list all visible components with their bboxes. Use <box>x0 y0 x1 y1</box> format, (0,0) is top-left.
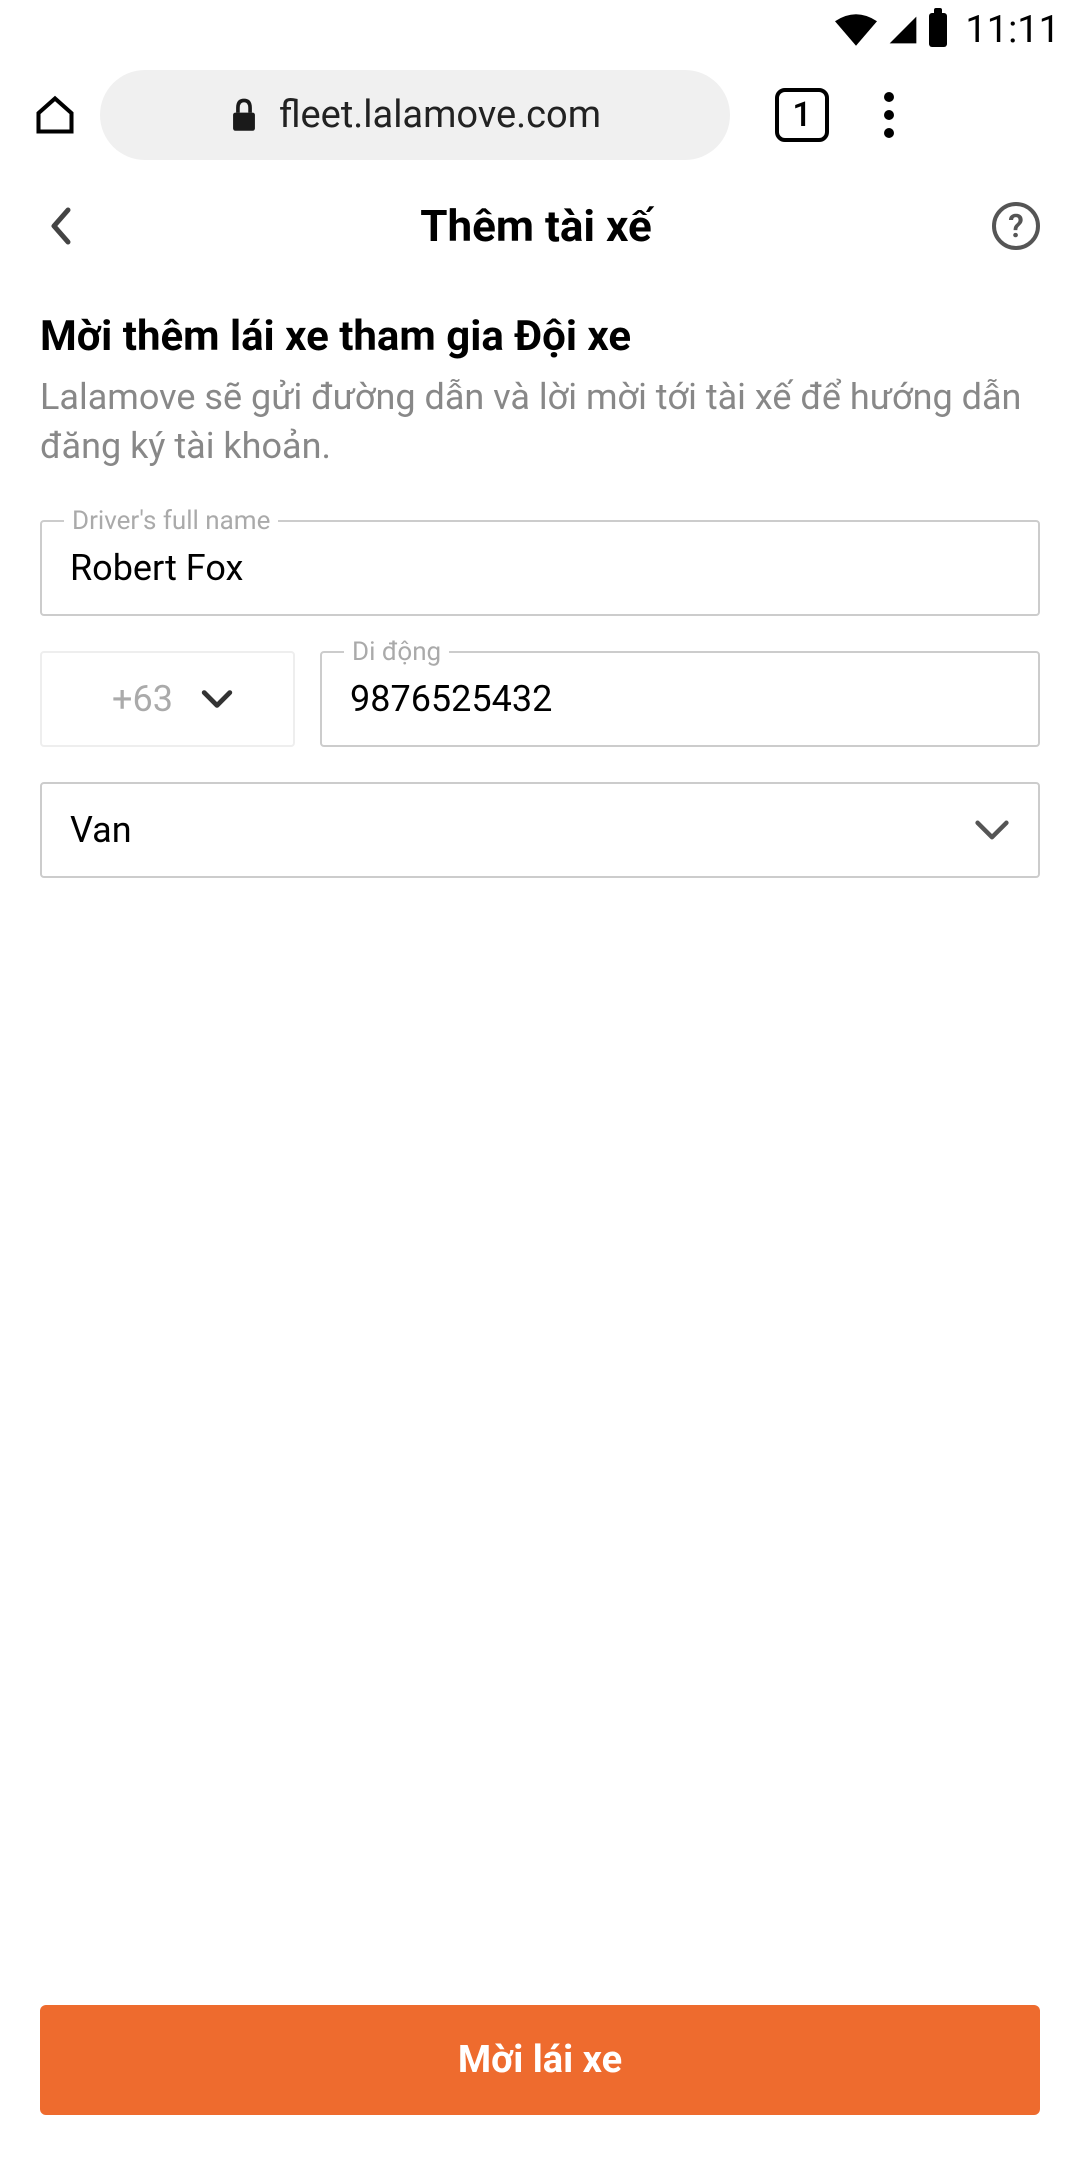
dot-icon <box>884 110 894 120</box>
country-code-select[interactable]: +63 <box>40 651 295 747</box>
url-bar[interactable]: fleet.lalamove.com <box>100 70 730 160</box>
status-bar: 11:11 <box>0 0 1080 60</box>
browser-home-button[interactable] <box>30 90 80 140</box>
phone-field-label: Di động <box>344 637 449 667</box>
main-content: Mời thêm lái xe tham gia Đội xe Lalamove… <box>0 282 1080 908</box>
page-header: Thêm tài xế ? <box>0 170 1080 282</box>
signal-icon <box>885 14 921 46</box>
phone-row: +63 Di động <box>40 651 1040 747</box>
section-heading: Mời thêm lái xe tham gia Đội xe <box>40 312 1040 361</box>
chevron-left-icon <box>48 206 72 246</box>
vehicle-type-select[interactable]: Van <box>40 782 1040 878</box>
dot-icon <box>884 92 894 102</box>
tab-switcher[interactable]: 1 <box>775 88 829 142</box>
home-icon <box>33 93 77 137</box>
url-text: fleet.lalamove.com <box>279 93 601 137</box>
chevron-down-icon <box>201 683 233 715</box>
dot-icon <box>884 128 894 138</box>
browser-toolbar: fleet.lalamove.com 1 <box>0 60 1080 170</box>
vehicle-value: Van <box>70 809 132 851</box>
help-icon: ? <box>1008 207 1024 245</box>
invite-driver-button[interactable]: Mời lái xe <box>40 2005 1040 2115</box>
lock-icon <box>229 98 259 132</box>
name-field-wrapper: Driver's full name <box>40 520 1040 616</box>
battery-icon <box>929 13 947 47</box>
phone-field-wrapper: Di động <box>320 651 1040 747</box>
chevron-down-icon <box>974 819 1010 841</box>
country-code-value: +63 <box>112 678 173 720</box>
section-description: Lalamove sẽ gửi đường dẫn và lời mời tới… <box>40 373 1040 470</box>
name-field-label: Driver's full name <box>64 506 278 536</box>
browser-more-menu[interactable] <box>864 92 914 138</box>
page-title: Thêm tài xế <box>80 200 992 252</box>
help-button[interactable]: ? <box>992 202 1040 250</box>
wifi-icon <box>835 14 877 46</box>
status-time: 11:11 <box>965 8 1060 52</box>
back-button[interactable] <box>40 206 80 246</box>
tab-count-value: 1 <box>792 95 811 135</box>
